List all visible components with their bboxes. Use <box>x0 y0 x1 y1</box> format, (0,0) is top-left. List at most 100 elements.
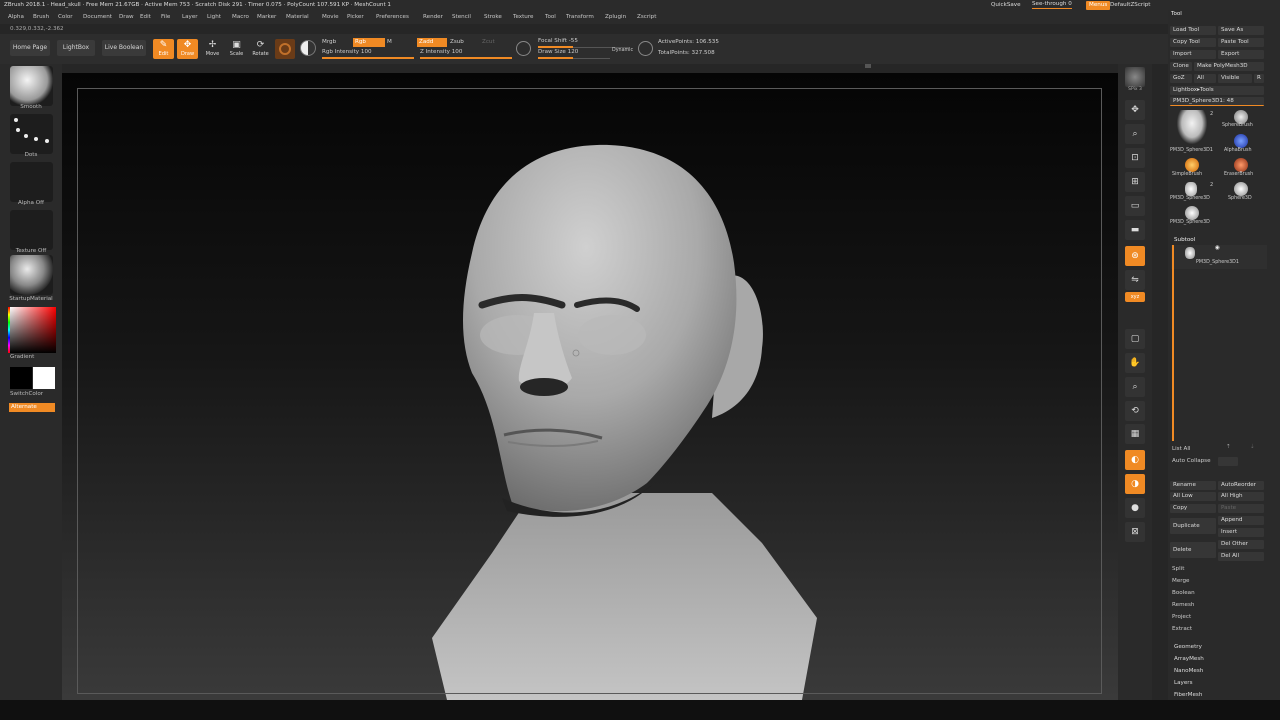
pm3d-thumb[interactable] <box>1185 182 1197 196</box>
rgb-intensity-slider[interactable]: Rgb Intensity 100 <box>322 49 414 59</box>
nanomesh-section[interactable]: NanoMesh <box>1174 668 1203 674</box>
menu-transform[interactable]: Transform <box>566 14 594 21</box>
geometry-section[interactable]: Geometry <box>1174 644 1202 650</box>
menu-texture[interactable]: Texture <box>513 14 533 21</box>
color-mode-icon[interactable] <box>300 40 316 56</box>
del-other-button[interactable]: Del Other <box>1218 540 1264 549</box>
rotate-button[interactable]: ⟲ <box>1125 401 1145 421</box>
append-button[interactable]: Append <box>1218 516 1264 525</box>
menu-document[interactable]: Document <box>83 14 112 21</box>
subtool-list-item[interactable]: PM3D_Sphere3D1 ◉ <box>1171 245 1267 269</box>
menu-zscript[interactable]: Zscript <box>637 14 656 21</box>
focal-shift-slider[interactable]: Focal Shift -55 <box>538 38 630 48</box>
list-all-button[interactable]: List All <box>1172 446 1191 452</box>
menu-layer[interactable]: Layer <box>182 14 198 21</box>
paste-button[interactable]: Paste <box>1218 504 1264 513</box>
color-picker[interactable] <box>10 307 56 353</box>
alternate-button[interactable]: Alternate <box>9 403 55 412</box>
frame-button[interactable]: ▢ <box>1125 329 1145 349</box>
brush-thumbnail[interactable] <box>10 66 53 106</box>
lsym-button[interactable]: ⇋ <box>1125 270 1145 290</box>
draw-size-slider[interactable]: Draw Size 120 <box>538 49 610 59</box>
project-section[interactable]: Project <box>1172 614 1191 620</box>
menu-marker[interactable]: Marker <box>257 14 276 21</box>
menu-material[interactable]: Material <box>286 14 309 21</box>
move-mode-button[interactable]: ✢ Move <box>202 39 223 59</box>
fibermesh-section[interactable]: FiberMesh <box>1174 692 1202 698</box>
quicksave-button[interactable]: QuickSave <box>991 2 1021 9</box>
remesh-section[interactable]: Remesh <box>1172 602 1194 608</box>
clone-button[interactable]: Clone <box>1170 62 1192 71</box>
default-zscript-button[interactable]: DefaultZScript <box>1110 2 1151 9</box>
all-high-button[interactable]: All High <box>1218 492 1264 501</box>
shelf-handle[interactable] <box>865 64 871 68</box>
menu-zplugin[interactable]: Zplugin <box>605 14 626 21</box>
z-intensity-slider[interactable]: Z Intensity 100 <box>420 49 512 59</box>
copy-button[interactable]: Copy <box>1170 504 1216 513</box>
eye-icon[interactable]: ◉ <box>1215 245 1220 251</box>
persp-button[interactable]: ▭ <box>1125 196 1145 216</box>
lightbox-tools-button[interactable]: Lightbox▸Tools <box>1170 86 1264 95</box>
texture-thumbnail[interactable] <box>10 210 53 250</box>
simplebrush-thumb[interactable] <box>1185 158 1199 172</box>
home-page-button[interactable]: Home Page <box>10 40 50 56</box>
boolean-section[interactable]: Boolean <box>1172 590 1195 596</box>
menu-render[interactable]: Render <box>423 14 443 21</box>
solo-button[interactable]: ● <box>1125 498 1145 518</box>
paste-tool-button[interactable]: Paste Tool <box>1218 38 1264 47</box>
menu-color[interactable]: Color <box>58 14 73 21</box>
alpha-thumbnail[interactable] <box>10 162 53 202</box>
secondary-color-swatch[interactable] <box>33 367 55 389</box>
menu-preferences[interactable]: Preferences <box>376 14 409 21</box>
menu-edit[interactable]: Edit <box>140 14 151 21</box>
hue-slider[interactable] <box>8 307 10 353</box>
load-tool-button[interactable]: Load Tool <box>1170 26 1216 35</box>
scale-mode-button[interactable]: ▣ Scale <box>226 39 247 59</box>
extract-section[interactable]: Extract <box>1172 626 1192 632</box>
menu-stroke[interactable]: Stroke <box>484 14 502 21</box>
all-low-button[interactable]: All Low <box>1170 492 1216 501</box>
tool-title[interactable]: Tool <box>1171 11 1182 17</box>
zcut-button[interactable]: Zcut <box>482 39 495 46</box>
live-boolean-button[interactable]: Live Boolean <box>102 40 146 56</box>
draw-mode-button[interactable]: ✥ Draw <box>177 39 198 59</box>
arrow-up-icon[interactable]: ⇡ <box>1226 444 1231 450</box>
tool-thumb-head[interactable] <box>1174 110 1210 148</box>
spix-icon[interactable] <box>1125 67 1145 87</box>
floor-button[interactable]: ▬ <box>1125 220 1145 240</box>
aahalf-button[interactable]: ⊞ <box>1125 172 1145 192</box>
eraserbrush-thumb[interactable] <box>1234 158 1248 172</box>
sphere3d-thumb[interactable] <box>1234 182 1248 196</box>
actual-button[interactable]: ⊡ <box>1125 148 1145 168</box>
visible-button[interactable]: Visible <box>1218 74 1252 83</box>
menu-picker[interactable]: Picker <box>347 14 364 21</box>
zoom3d-button[interactable]: ⌕ <box>1125 377 1145 397</box>
stroke-thumbnail[interactable] <box>10 114 53 154</box>
subtool-scrollbar[interactable] <box>1172 245 1174 441</box>
r-button[interactable]: R <box>1254 74 1264 83</box>
import-button[interactable]: Import <box>1170 50 1216 59</box>
insert-button[interactable]: Insert <box>1218 528 1264 537</box>
qxyz-button[interactable]: xyz <box>1125 292 1145 302</box>
lightbox-button[interactable]: LightBox <box>57 40 95 56</box>
merge-section[interactable]: Merge <box>1172 578 1189 584</box>
auto-collapse-button[interactable]: Auto Collapse <box>1172 458 1211 464</box>
xpose-button[interactable]: ⊠ <box>1125 522 1145 542</box>
scroll-button[interactable]: ✥ <box>1125 100 1145 120</box>
autoreorder-button[interactable]: AutoReorder <box>1218 481 1264 490</box>
material-thumbnail[interactable] <box>10 255 53 295</box>
zadd-button[interactable]: Zadd <box>417 38 447 47</box>
zoom-button[interactable]: ⌕ <box>1125 124 1145 144</box>
menu-tool[interactable]: Tool <box>545 14 556 21</box>
menus-button[interactable]: Menus <box>1086 1 1111 10</box>
menu-alpha[interactable]: Alpha <box>8 14 24 21</box>
m-button[interactable]: M <box>387 39 392 46</box>
mrgb-button[interactable]: Mrgb <box>322 39 336 46</box>
current-tool-slider[interactable]: PM3D_Sphere3D1: 48 <box>1170 97 1264 106</box>
menu-brush[interactable]: Brush <box>33 14 49 21</box>
goz-button[interactable]: GoZ <box>1170 74 1192 83</box>
spherebrush-thumb[interactable] <box>1234 110 1248 124</box>
arrow-down-icon[interactable]: ⇣ <box>1250 444 1255 450</box>
primary-color-swatch[interactable] <box>10 367 32 389</box>
menu-draw[interactable]: Draw <box>119 14 134 21</box>
